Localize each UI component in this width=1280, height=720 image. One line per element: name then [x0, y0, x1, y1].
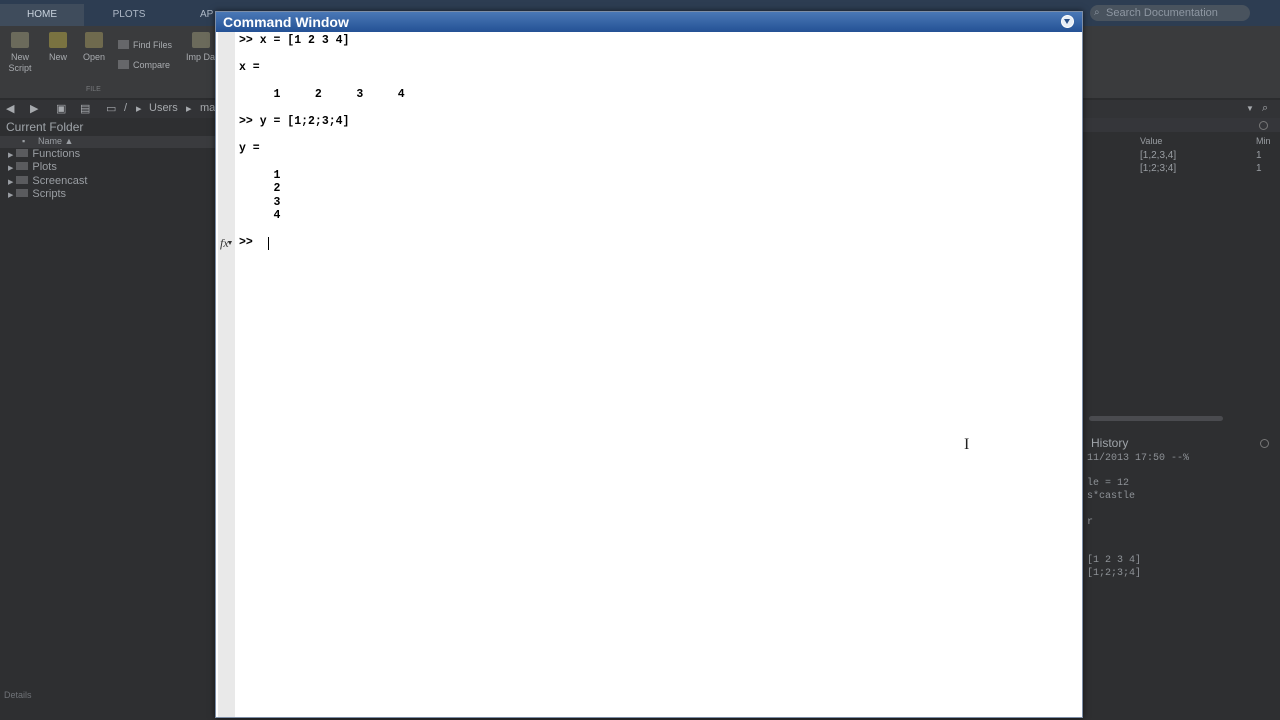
- column-name[interactable]: Name ▲: [38, 136, 73, 146]
- command-window-title-bar[interactable]: Command Window: [216, 12, 1082, 32]
- path-separator: ▸: [136, 103, 142, 115]
- command-window-title: Command Window: [223, 14, 349, 30]
- workspace-panel: Value Min [1,2,3,4] 1 [1;2;3;4] 1 Histor…: [1083, 118, 1280, 720]
- function-browser-icon[interactable]: fx: [220, 236, 232, 251]
- expand-icon[interactable]: ▶: [8, 165, 13, 172]
- import-icon: [192, 32, 210, 48]
- path-separator: ▸: [186, 103, 192, 115]
- text-caret: [268, 237, 269, 250]
- list-item[interactable]: ▶ Functions: [8, 148, 80, 160]
- column-header: ▪ Name ▲: [0, 136, 216, 148]
- details-panel-title: Details: [4, 690, 32, 700]
- horizontal-scrollbar[interactable]: [1089, 416, 1223, 421]
- command-window-output[interactable]: >> x = [1 2 3 4] x = 1 2 3 4 >> y = [1;2…: [239, 32, 1082, 717]
- tab-apps[interactable]: AP: [174, 4, 216, 26]
- history-item[interactable]: r: [1087, 517, 1093, 528]
- history-item[interactable]: le = 12: [1087, 478, 1129, 489]
- folder-icon: [16, 189, 29, 197]
- new-button[interactable]: New: [40, 32, 76, 63]
- command-line: >> x = [1 2 3 4]: [239, 34, 350, 47]
- chevron-down-icon: [1064, 19, 1070, 24]
- output-line: 4: [239, 209, 281, 222]
- expand-icon[interactable]: ▶: [8, 192, 13, 199]
- mouse-cursor-ibeam-icon: I: [964, 436, 970, 453]
- command-line: >> y = [1;2;3;4]: [239, 115, 350, 128]
- find-files-button[interactable]: Find Files: [118, 40, 172, 50]
- compare-button[interactable]: Compare: [118, 60, 170, 70]
- history-item[interactable]: [1 2 3 4]: [1087, 555, 1141, 566]
- root-folder-icon: ▭: [106, 103, 117, 115]
- history-item[interactable]: s*castle: [1087, 491, 1135, 502]
- chevron-down-icon: [228, 241, 232, 245]
- history-item[interactable]: [1;2;3;4]: [1087, 568, 1141, 579]
- find-files-icon: [118, 40, 129, 49]
- compare-icon: [118, 60, 129, 69]
- command-history-title: History: [1091, 436, 1129, 450]
- folder-icon: [16, 176, 29, 184]
- window-menu-button[interactable]: [1061, 15, 1074, 28]
- search-documentation-input[interactable]: ⌕ Search Documentation: [1090, 5, 1250, 21]
- expand-icon[interactable]: ▶: [8, 179, 13, 186]
- column-value[interactable]: Value: [1140, 136, 1162, 146]
- back-icon[interactable]: ◀: [6, 102, 14, 115]
- panel-menu-icon[interactable]: [1260, 439, 1269, 448]
- up-folder-icon[interactable]: ▣: [56, 102, 66, 115]
- command-prompt[interactable]: >>: [239, 236, 253, 250]
- search-icon[interactable]: ⌕: [1262, 102, 1268, 115]
- chevron-down-icon[interactable]: ▼: [1246, 104, 1254, 113]
- history-item[interactable]: 11/2013 17:50 --%: [1087, 453, 1189, 464]
- list-item[interactable]: ▶ Screencast: [8, 175, 87, 187]
- new-icon: [49, 32, 67, 48]
- folder-icon: [16, 162, 29, 170]
- path-segment-users[interactable]: Users: [149, 102, 178, 114]
- output-line: x =: [239, 61, 260, 74]
- output-line: y =: [239, 142, 260, 155]
- path-segment-root[interactable]: /: [124, 102, 127, 114]
- search-icon: ⌕: [1094, 7, 1100, 18]
- tab-home[interactable]: HOME: [0, 4, 84, 26]
- output-line: 1 2 3 4: [239, 88, 405, 101]
- panel-title: Current Folder: [6, 120, 84, 134]
- import-data-button[interactable]: Imp Da: [186, 32, 216, 63]
- forward-icon[interactable]: ▶: [30, 102, 38, 115]
- folder-icon: [16, 149, 29, 157]
- output-line: 2: [239, 182, 281, 195]
- current-folder-panel: Current Folder ▪ Name ▲ ▶ Functions ▶ Plot…: [0, 118, 216, 720]
- command-window[interactable]: Command Window fx >> x = [1 2 3 4] x = 1…: [215, 11, 1083, 718]
- ribbon-group-file: FILE: [86, 86, 101, 93]
- open-button[interactable]: Open: [76, 32, 112, 63]
- list-item[interactable]: ▶ Plots: [8, 161, 57, 173]
- folder-icon: [85, 32, 103, 48]
- workspace-header: [1083, 118, 1280, 132]
- list-item[interactable]: ▶ Scripts: [8, 188, 66, 200]
- browse-folder-icon[interactable]: ▤: [80, 102, 90, 115]
- new-script-icon: [11, 32, 29, 48]
- command-window-gutter: [218, 32, 235, 717]
- column-min[interactable]: Min: [1256, 136, 1271, 146]
- new-script-button[interactable]: New Script: [2, 32, 38, 74]
- path-segment-user[interactable]: ma: [200, 102, 215, 114]
- output-line: 3: [239, 196, 281, 209]
- expand-icon[interactable]: ▶: [8, 152, 13, 159]
- panel-menu-icon[interactable]: [1259, 121, 1268, 130]
- file-icon: ▪: [22, 136, 26, 146]
- output-line: 1: [239, 169, 281, 182]
- tab-plots[interactable]: PLOTS: [84, 4, 174, 26]
